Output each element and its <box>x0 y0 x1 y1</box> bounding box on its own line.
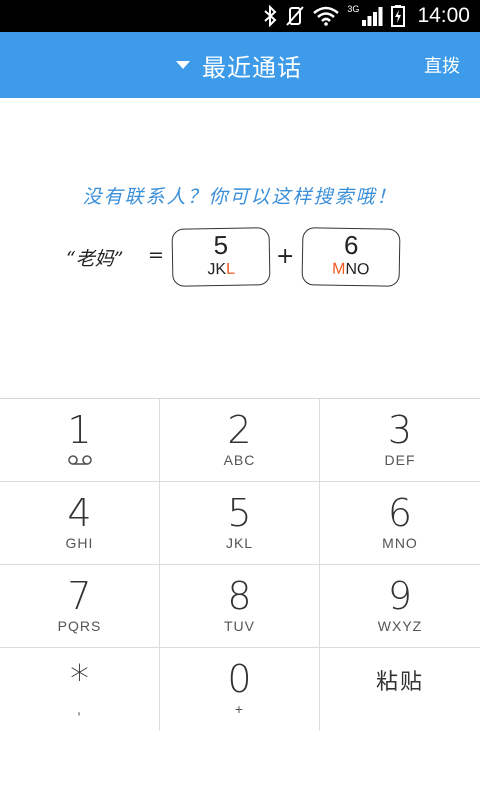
key-letters: MNO <box>382 535 418 551</box>
clock: 14:00 <box>417 4 470 27</box>
bottom-blank-area <box>0 731 480 800</box>
key-digit: 9 <box>387 574 413 618</box>
key-letters: + <box>234 701 245 717</box>
plus-sign: + <box>276 244 295 269</box>
dial-key-6[interactable]: 6 MNO <box>320 482 480 565</box>
bluetooth-icon <box>264 5 277 27</box>
key-digit: 0 <box>227 657 252 701</box>
key-letters: GHI <box>65 535 94 551</box>
status-bar: 3G 14:00 <box>0 0 480 32</box>
direct-dial-button[interactable]: 直拨 <box>424 32 460 98</box>
key-letters: DEF <box>384 452 416 468</box>
empty-state-hint: 没有联系人？你可以这样搜索哦！ “老妈” = 5 JKL + 6 MNO <box>0 98 480 398</box>
key-letters: , <box>77 701 82 717</box>
letters-highlight: L <box>225 260 236 278</box>
example-key-5: 5 JKL <box>171 227 271 287</box>
key-digit: 6 <box>387 491 413 535</box>
hint-text: 没有联系人？你可以这样搜索哦！ <box>82 186 398 208</box>
search-example: “老妈” = 5 JKL + 6 MNO <box>66 227 426 288</box>
recent-calls-dropdown[interactable]: 最近通话 <box>176 32 302 98</box>
dial-key-9[interactable]: 9 WXYZ <box>320 565 480 648</box>
signal-strength-icon <box>362 7 383 26</box>
wifi-icon <box>313 6 340 26</box>
paste-button[interactable]: 粘贴 <box>320 648 480 731</box>
key-letters: TUV <box>224 618 255 634</box>
example-key-letters: JKL <box>173 259 269 281</box>
dropdown-triangle-icon <box>176 61 190 69</box>
letters-plain: NO <box>345 260 370 279</box>
example-key-6: 6 MNO <box>301 227 401 287</box>
dial-key-2[interactable]: 2 ABC <box>160 399 320 482</box>
vibrate-mute-icon <box>286 6 305 26</box>
letters-plain: JK <box>207 260 227 279</box>
page-title: 最近通话 <box>202 53 302 82</box>
dial-key-8[interactable]: 8 TUV <box>160 565 320 648</box>
dial-key-3[interactable]: 3 DEF <box>320 399 480 482</box>
key-digit: 7 <box>67 574 92 618</box>
example-key-digit: 6 <box>343 229 359 261</box>
app-header: 最近通话 直拨 <box>0 32 480 98</box>
dial-key-5[interactable]: 5 JKL <box>160 482 320 565</box>
key-digit: 2 <box>227 408 252 452</box>
letters-highlight: M <box>331 260 346 278</box>
example-key-letters: MNO <box>303 259 399 281</box>
dial-pad: 1 2 ABC 3 DEF 4 GHI 5 JKL 6 MNO 7 PQRS 8… <box>0 398 480 732</box>
key-digit: 5 <box>227 491 252 535</box>
dial-key-4[interactable]: 4 GHI <box>0 482 160 565</box>
key-digit: * <box>70 657 89 701</box>
key-letters: PQRS <box>57 618 102 634</box>
dial-key-star[interactable]: * , <box>0 648 160 731</box>
key-letters: WXYZ <box>377 618 423 634</box>
paste-label: 粘贴 <box>375 670 424 695</box>
dial-key-0[interactable]: 0 + <box>160 648 320 731</box>
battery-charging-icon <box>391 5 406 27</box>
network-type-label: 3G <box>347 4 360 14</box>
voicemail-icon <box>68 455 92 465</box>
key-digit: 4 <box>67 491 92 535</box>
dial-key-7[interactable]: 7 PQRS <box>0 565 160 648</box>
key-digit: 1 <box>67 408 92 452</box>
key-letters: JKL <box>225 535 254 551</box>
equals-sign: = <box>148 244 164 266</box>
key-digit: 3 <box>387 408 413 452</box>
key-letters: ABC <box>223 452 256 468</box>
status-icons: 3G 14:00 <box>263 0 470 32</box>
dial-key-1[interactable]: 1 <box>0 399 160 482</box>
example-name: “老妈” <box>66 248 124 270</box>
key-digit: 8 <box>227 574 252 618</box>
example-key-digit: 5 <box>213 229 229 261</box>
